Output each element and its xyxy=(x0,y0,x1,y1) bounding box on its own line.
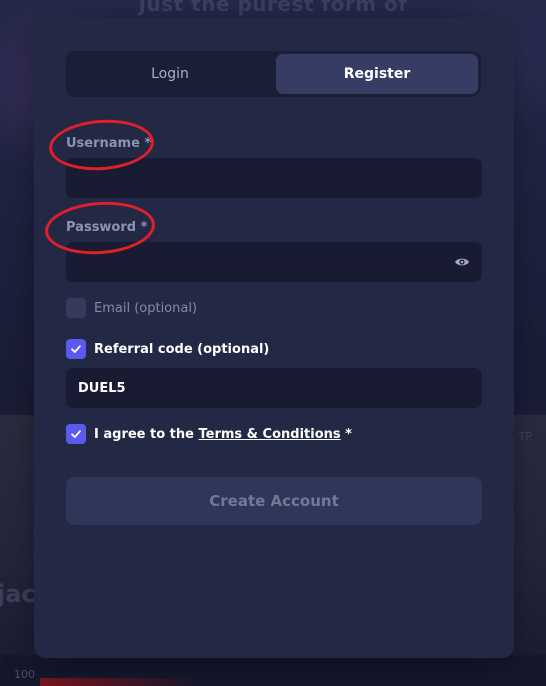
background-headline: Just the purest form of xyxy=(138,0,408,16)
terms-link[interactable]: Terms & Conditions xyxy=(199,427,341,442)
create-account-button[interactable]: Create Account xyxy=(66,477,482,525)
terms-row[interactable]: I agree to the Terms & Conditions * xyxy=(66,424,352,444)
background-percentage: 100 xyxy=(14,668,35,681)
auth-modal xyxy=(34,18,514,658)
terms-label: I agree to the Terms & Conditions * xyxy=(94,427,352,442)
referral-option-row[interactable]: Referral code (optional) xyxy=(66,339,269,359)
terms-checkbox[interactable] xyxy=(66,424,86,444)
check-icon xyxy=(71,345,81,353)
check-icon xyxy=(71,430,81,438)
referral-option-label: Referral code (optional) xyxy=(94,341,270,357)
tab-register[interactable]: Register xyxy=(276,54,478,94)
terms-required-mark: * xyxy=(340,426,352,442)
background-progress-bar xyxy=(40,678,200,686)
tab-login[interactable]: Login xyxy=(69,54,271,94)
referral-code-field[interactable]: DUEL5 xyxy=(66,368,482,408)
email-checkbox[interactable] xyxy=(66,298,86,318)
background-game-title: jac xyxy=(0,580,36,608)
referral-checkbox[interactable] xyxy=(66,339,86,359)
eye-icon[interactable] xyxy=(454,254,470,270)
auth-tabs: Login Register xyxy=(66,51,481,97)
terms-prefix: I agree to the xyxy=(94,426,199,442)
background-rtp-label: TP xyxy=(518,430,532,443)
email-option-row[interactable]: Email (optional) xyxy=(66,298,197,318)
email-option-label: Email (optional) xyxy=(94,300,198,316)
